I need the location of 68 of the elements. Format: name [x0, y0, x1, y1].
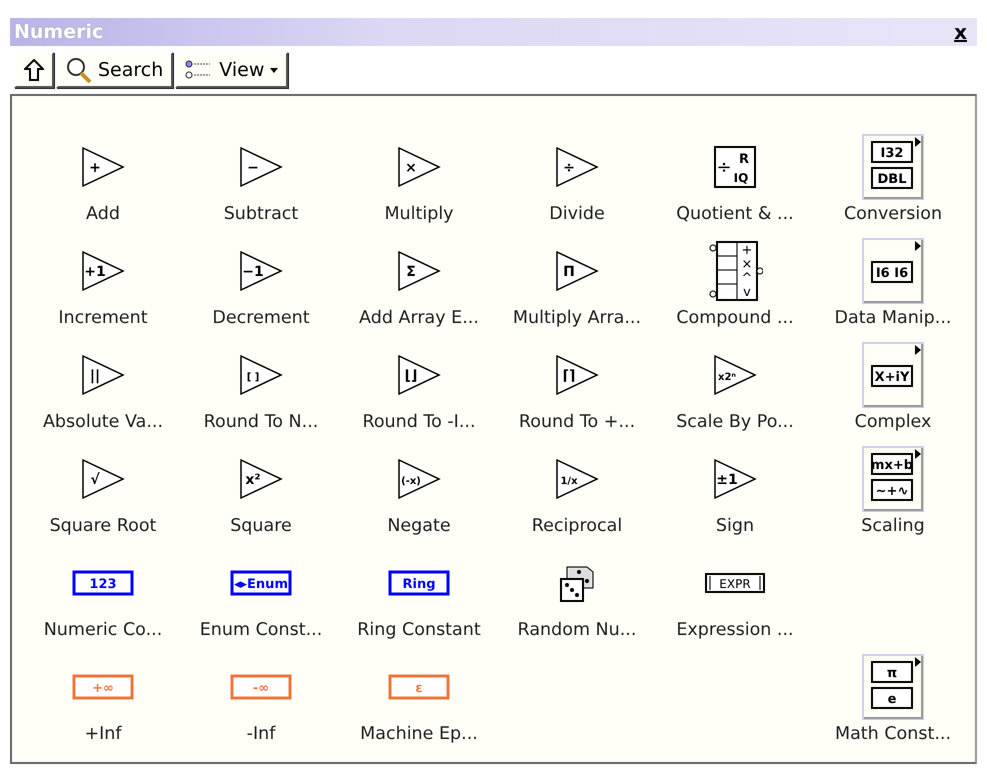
palette-item[interactable]: ÷ Divide [498, 133, 656, 237]
palette-item[interactable]: Σ Add Array E... [340, 237, 498, 341]
palette-item[interactable]: X+iY Complex [814, 341, 972, 445]
palette-item[interactable]: (-x) Negate [340, 445, 498, 549]
palette-item[interactable]: 123 Numeric Co... [24, 549, 182, 653]
search-icon [66, 57, 92, 83]
triangle-function-icon: Σ [397, 250, 441, 292]
subpalette-icon: π e [862, 654, 924, 720]
palette-item[interactable]: -∞ -Inf [182, 653, 340, 757]
palette-item[interactable]: π e Math Const... [814, 653, 972, 757]
up-button[interactable] [14, 52, 54, 88]
constant-icon: ◂▸Enum [230, 570, 292, 596]
palette-item[interactable]: + Add [24, 133, 182, 237]
triangle-function-icon: ⌈⌉ [555, 354, 599, 396]
palette-item[interactable]: ±1 Sign [656, 445, 814, 549]
triangle-function-icon: −1 [239, 250, 283, 292]
constant-icon: -∞ [230, 674, 292, 700]
caret-icon [270, 68, 278, 72]
palette-item[interactable]: 1/x Reciprocal [498, 445, 656, 549]
palette-item[interactable]: ◂▸Enum Enum Const... [182, 549, 340, 653]
window-title: Numeric [14, 20, 104, 45]
palette-item[interactable]: ⌊⌋ Round To -I... [340, 341, 498, 445]
triangle-function-icon: || [81, 354, 125, 396]
triangle-function-icon: [ ] [239, 354, 283, 396]
palette-item[interactable]: EXPR Expression ... [656, 549, 814, 653]
palette-item[interactable]: −1 Decrement [182, 237, 340, 341]
triangle-function-icon: √ [81, 458, 125, 500]
palette-item[interactable]: I32 DBL Conversion [814, 133, 972, 237]
search-button[interactable]: Search [56, 52, 174, 88]
triangle-function-icon: ⌊⌋ [397, 354, 441, 396]
triangle-function-icon: × [397, 146, 441, 188]
constant-icon: +∞ [72, 674, 134, 700]
palette-item[interactable]: ε Machine Ep... [340, 653, 498, 757]
palette-item[interactable]: − Subtract [182, 133, 340, 237]
palette-item[interactable]: I6 I6 Data Manip... [814, 237, 972, 341]
triangle-function-icon: 1/x [555, 458, 599, 500]
up-arrow-icon [24, 59, 44, 81]
view-button[interactable]: View [175, 52, 288, 88]
constant-icon: Ring [388, 570, 450, 596]
constant-icon: 123 [72, 570, 134, 596]
palette-item[interactable]: [ ] Round To N... [182, 341, 340, 445]
palette-item[interactable]: Random Nu... [498, 549, 656, 653]
palette-item[interactable]: || Absolute Va... [24, 341, 182, 445]
triangle-function-icon: (-x) [397, 458, 441, 500]
subpalette-icon: I6 I6 [862, 238, 924, 304]
constant-icon: ε [388, 674, 450, 700]
palette-item[interactable]: Π Multiply Arra... [498, 237, 656, 341]
subpalette-icon: X+iY [862, 342, 924, 408]
palette-item[interactable]: x² Square [182, 445, 340, 549]
triangle-function-icon: x2ⁿ [713, 354, 757, 396]
triangle-function-icon: +1 [81, 250, 125, 292]
triangle-function-icon: x² [239, 458, 283, 500]
triangle-function-icon: ÷ [555, 146, 599, 188]
palette-item[interactable]: +1 Increment [24, 237, 182, 341]
palette-item[interactable]: +∞ +Inf [24, 653, 182, 757]
triangle-function-icon: ±1 [713, 458, 757, 500]
palette-item[interactable]: ⌈⌉ Round To +... [498, 341, 656, 445]
triangle-function-icon: + [81, 146, 125, 188]
palette-item[interactable]: + × ^ v Compound ... [656, 237, 814, 341]
triangle-function-icon: − [239, 146, 283, 188]
triangle-function-icon: Π [555, 250, 599, 292]
palette-item[interactable]: √ Square Root [24, 445, 182, 549]
palette-item[interactable]: Ring Ring Constant [340, 549, 498, 653]
close-button[interactable]: x [950, 22, 971, 42]
palette-item[interactable]: x2ⁿ Scale By Po... [656, 341, 814, 445]
expression-icon: EXPR [704, 572, 766, 594]
palette-item[interactable]: × Multiply [340, 133, 498, 237]
subpalette-icon: I32 DBL [862, 134, 924, 200]
